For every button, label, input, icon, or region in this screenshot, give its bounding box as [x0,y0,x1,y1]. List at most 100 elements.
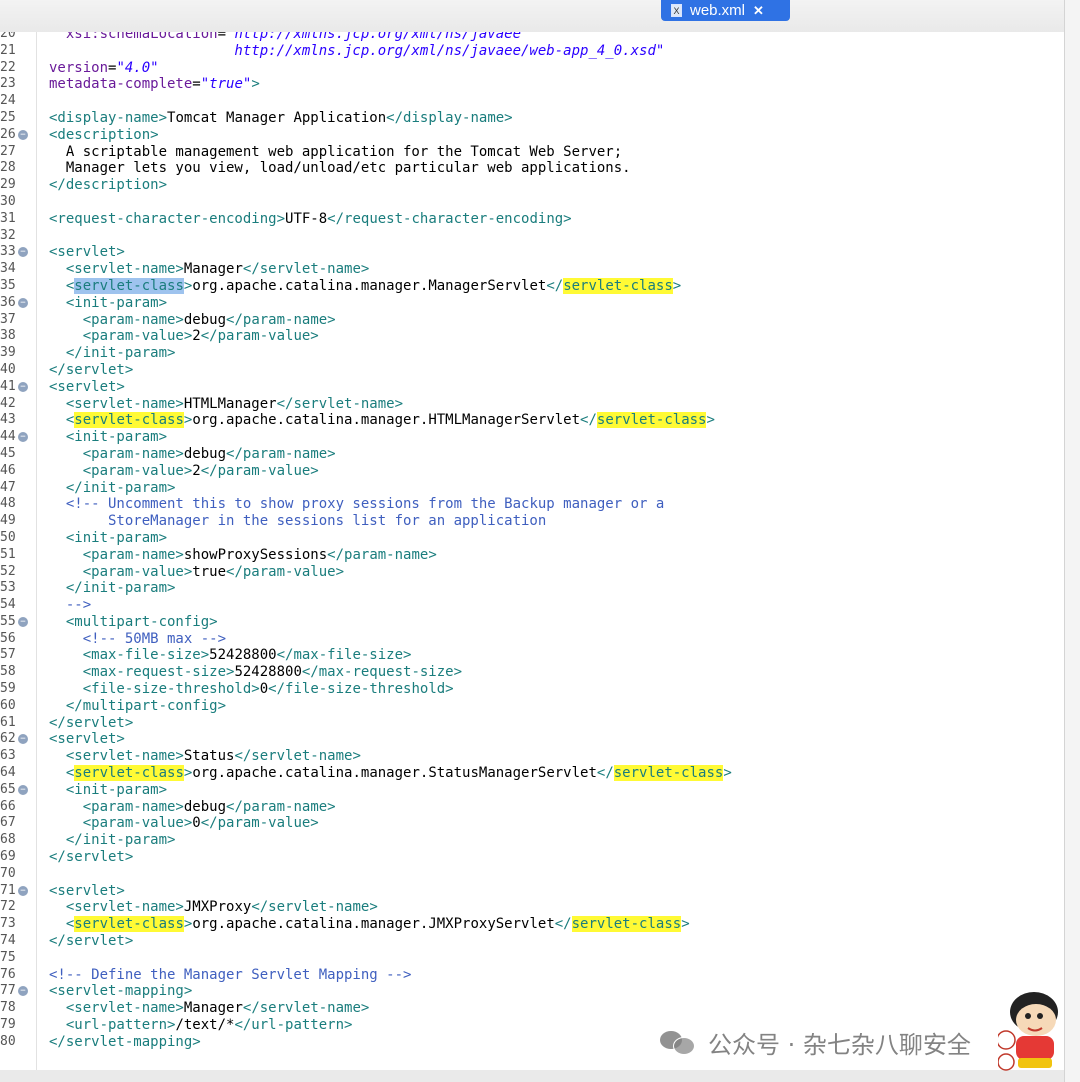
code-text: <param-value>0</param-value> [49,815,319,832]
code-token: <multipart-config> [65,613,218,630]
line-number: 40 [0,361,16,377]
code-token: 2 [192,462,201,479]
code-token: <init-param> [65,529,168,546]
editor-tab-bar: X web.xml ✕ [0,0,1080,32]
code-token: xsi:schemaLocation [65,32,218,42]
line-number: 48 [0,496,16,512]
vertical-scrollbar[interactable] [1064,0,1080,1082]
code-token: debug [183,798,227,815]
code-text: <servlet-name>HTMLManager</servlet-name> [49,396,403,413]
code-text: <servlet-mapping> [49,983,192,1000]
code-token: Tomcat Manager Application [167,109,387,126]
code-text: xsi:schemaLocation="http://xmlns.jcp.org… [49,32,521,43]
line-number: 37 [0,311,16,327]
line-number: 38 [0,328,16,344]
code-text: Manager lets you view, load/unload/etc p… [49,160,631,177]
tab-web-xml[interactable]: X web.xml ✕ [661,0,790,21]
cartoon-mascot-icon [998,992,1058,1071]
watermark-text: 公众号 · 杂七杂八聊安全 [708,1030,971,1059]
line-number: 22 [0,59,16,75]
code-text: <servlet> [49,731,125,748]
fold-toggle-icon[interactable]: − [18,784,28,795]
line-number: 63 [0,748,16,764]
code-token: </servlet> [49,714,134,731]
line-number: 53 [0,580,16,596]
code-token: <max-request-size> [82,664,235,681]
code-token: "http://xmlns.jcp.org/xml/ns/javaee [226,32,522,42]
code-text: </init-param> [49,832,176,849]
fold-toggle-icon[interactable]: − [18,432,28,443]
line-number: 34 [0,261,16,277]
line-number: 21 [0,42,16,58]
fold-toggle-icon[interactable]: − [18,381,28,392]
code-token: Manager [183,261,243,278]
line-number: 28 [0,160,16,176]
line-number: 35 [0,277,16,293]
code-text: </servlet> [49,715,133,732]
code-token: org.apache.catalina.manager.JMXProxyServ… [192,916,555,933]
fold-toggle-icon[interactable]: − [18,129,28,140]
fold-toggle-icon[interactable]: − [18,986,28,997]
close-icon[interactable]: ✕ [753,3,764,19]
code-text: <display-name>Tomcat Manager Application… [49,110,513,127]
code-token: StoreManager in the sessions list for an… [49,513,547,530]
code-text: <servlet-class>org.apache.catalina.manag… [49,765,732,782]
code-text: <init-param> [49,295,167,312]
code-token: <init-param> [65,294,168,311]
code-token: org.apache.catalina.manager.StatusManage… [192,765,597,782]
line-number: 41 [0,378,16,394]
code-token: </servlet> [49,849,134,866]
code-token: </init-param> [65,580,176,597]
fold-toggle-icon[interactable]: − [18,247,28,258]
line-number: 59 [0,681,16,697]
code-token: <servlet> [49,378,125,395]
code-text: --> [49,597,91,614]
fold-toggle-icon[interactable]: − [18,885,28,896]
line-number: 24 [0,93,16,109]
code-text: </servlet-mapping> [49,1034,201,1051]
fold-toggle-icon[interactable]: − [18,297,28,308]
fold-toggle-icon[interactable]: − [18,616,28,627]
tab-label: web.xml [690,2,746,19]
code-editor[interactable]: 20 xsi:schemaLocation="http://xmlns.jcp.… [0,32,1064,1070]
code-token: servlet-class [74,412,184,429]
xml-file-icon: X [671,4,682,17]
code-token: > [681,916,690,933]
code-token: http://xmlns.jcp.org/xml/ns/javaee/web-a… [49,42,665,59]
line-number: 50 [0,529,16,545]
code-token: </servlet-name> [242,1000,370,1017]
code-token: <servlet-name> [65,748,184,765]
line-number: 20 [0,32,16,41]
code-token: </param-name> [327,546,437,563]
code-text: A scriptable management web application … [49,144,622,161]
code-token: </servlet-mapping> [49,1033,201,1050]
line-number: 39 [0,345,16,361]
code-token: </servlet-name> [234,748,361,765]
line-number: 32 [0,227,16,243]
code-text: <file-size-threshold>0</file-size-thresh… [49,681,454,698]
code-token: </servlet> [49,361,134,378]
fold-toggle-icon[interactable]: − [18,734,28,745]
code-token: </param-value> [200,462,319,479]
code-token: <!-- 50MB max --> [82,630,227,647]
code-token: 0 [192,815,201,832]
code-text: metadata-complete="true"> [49,76,260,93]
code-token: 52428800 [209,647,277,664]
code-text: <!-- Define the Manager Servlet Mapping … [49,967,411,984]
code-text: <servlet-name>Manager</servlet-name> [49,1000,369,1017]
code-text: <url-pattern>/text/*</url-pattern> [49,1017,353,1034]
code-text: <servlet-name>JMXProxy</servlet-name> [49,899,378,916]
code-token: <param-name> [82,546,184,563]
wechat-icon [660,1029,696,1055]
